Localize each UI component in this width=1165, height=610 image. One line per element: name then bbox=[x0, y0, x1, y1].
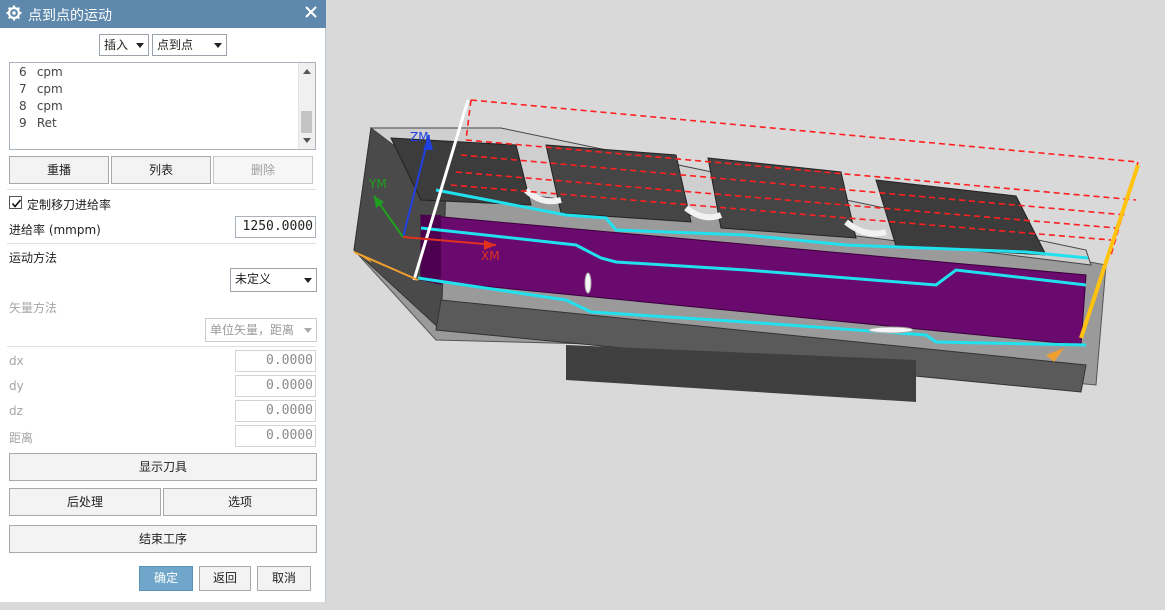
custom-feed-label: 定制移刀进给率 bbox=[27, 198, 112, 212]
end-operation-button[interactable]: 结束工序 bbox=[9, 525, 317, 553]
list-item-text: Ret bbox=[36, 116, 57, 130]
scroll-thumb[interactable] bbox=[301, 111, 312, 133]
pocket-3 bbox=[707, 157, 857, 239]
motion-list[interactable]: 6 cpm 7 cpm 8 cpm 9 Ret bbox=[9, 62, 316, 150]
list-item-text: cpm bbox=[36, 82, 63, 96]
pocket-2 bbox=[545, 144, 692, 223]
mode-dropdown[interactable]: 点到点 bbox=[152, 34, 227, 56]
list-item[interactable]: 8 cpm bbox=[19, 99, 63, 116]
tool-position-marker bbox=[868, 326, 914, 334]
chevron-down-icon bbox=[304, 278, 312, 283]
dy-input[interactable]: 0.0000 bbox=[235, 375, 316, 397]
motion-method-label: 运动方法 bbox=[9, 251, 58, 265]
dz-label: dz bbox=[9, 404, 23, 418]
ok-button[interactable]: 确定 bbox=[139, 566, 193, 591]
insert-dropdown-value: 插入 bbox=[104, 38, 129, 52]
list-scrollbar[interactable] bbox=[298, 63, 315, 149]
divider bbox=[7, 243, 316, 244]
tool-position-marker bbox=[584, 272, 592, 294]
dialog-title: 点到点的运动 bbox=[28, 8, 112, 24]
chevron-down-icon bbox=[304, 328, 312, 333]
list-item-number: 6 bbox=[19, 65, 27, 79]
chevron-down-icon bbox=[214, 43, 222, 48]
list-item-text: cpm bbox=[36, 99, 63, 113]
mode-dropdown-value: 点到点 bbox=[157, 38, 194, 52]
list-item-number: 7 bbox=[19, 82, 27, 96]
axis-y-label: YM bbox=[369, 177, 387, 191]
list-item-text: cpm bbox=[36, 65, 63, 79]
list-button[interactable]: 列表 bbox=[111, 156, 211, 184]
replay-button[interactable]: 重播 bbox=[9, 156, 109, 184]
motion-method-dropdown[interactable]: 未定义 bbox=[230, 268, 317, 292]
dx-input[interactable]: 0.0000 bbox=[235, 350, 316, 372]
distance-label: 距离 bbox=[9, 431, 34, 445]
gear-icon bbox=[6, 5, 22, 21]
pocket-4 bbox=[875, 179, 1047, 256]
divider bbox=[7, 346, 316, 347]
vector-method-dropdown[interactable]: 单位矢量，距离 bbox=[205, 318, 317, 342]
graphics-viewport[interactable]: ZM YM XM bbox=[326, 0, 1165, 610]
insert-dropdown[interactable]: 插入 bbox=[99, 34, 149, 56]
back-button[interactable]: 返回 bbox=[199, 566, 251, 591]
cancel-button[interactable]: 取消 bbox=[257, 566, 311, 591]
show-tool-button[interactable]: 显示刀具 bbox=[9, 453, 317, 481]
dz-input[interactable]: 0.0000 bbox=[235, 400, 316, 422]
feed-rate-label: 进给率 (mmpm) bbox=[9, 223, 101, 237]
post-process-button[interactable]: 后处理 bbox=[9, 488, 161, 516]
list-item[interactable]: 6 cpm bbox=[19, 65, 63, 82]
delete-button[interactable]: 删除 bbox=[213, 156, 313, 184]
dx-label: dx bbox=[9, 354, 24, 368]
checkmark-icon bbox=[11, 199, 22, 208]
scroll-down-icon[interactable] bbox=[303, 138, 311, 143]
part-model-view bbox=[353, 99, 1140, 402]
list-item[interactable]: 9 Ret bbox=[19, 116, 57, 133]
chevron-down-icon bbox=[136, 43, 144, 48]
distance-input[interactable]: 0.0000 bbox=[235, 425, 316, 447]
dialog-title-bar: 点到点的运动 bbox=[0, 0, 326, 28]
scroll-up-icon[interactable] bbox=[303, 69, 311, 74]
vector-method-value: 单位矢量，距离 bbox=[210, 323, 295, 337]
point-to-point-dialog: 点到点的运动 插入 点到点 6 cpm 7 cpm 8 cpm 9 Ret 重播… bbox=[0, 0, 326, 602]
list-item-number: 8 bbox=[19, 99, 27, 113]
axis-x-label: XM bbox=[481, 249, 500, 263]
motion-method-value: 未定义 bbox=[235, 272, 272, 286]
list-item-number: 9 bbox=[19, 116, 27, 130]
divider bbox=[7, 189, 316, 190]
options-button[interactable]: 选项 bbox=[163, 488, 317, 516]
feed-rate-input[interactable]: 1250.0000 bbox=[235, 216, 316, 238]
tool-axis-end bbox=[1079, 164, 1140, 339]
axis-z-label: ZM bbox=[410, 130, 429, 144]
vector-method-label: 矢量方法 bbox=[9, 301, 58, 315]
list-item[interactable]: 7 cpm bbox=[19, 82, 63, 99]
custom-feed-checkbox[interactable] bbox=[9, 196, 22, 209]
close-icon[interactable] bbox=[304, 5, 318, 19]
dy-label: dy bbox=[9, 379, 24, 393]
